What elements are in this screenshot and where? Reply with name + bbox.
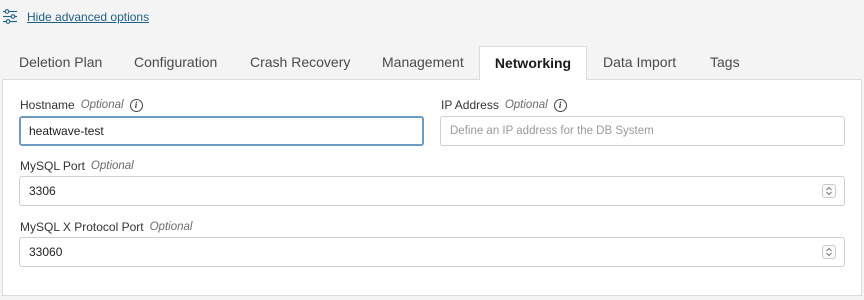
networking-panel: Hostname Optional i heatwave-test IP Add… <box>2 79 862 296</box>
ip-address-input[interactable]: Define an IP address for the DB System <box>440 116 845 146</box>
hostname-input[interactable]: heatwave-test <box>19 116 424 146</box>
port-stepper[interactable] <box>822 245 836 259</box>
ip-address-placeholder: Define an IP address for the DB System <box>450 125 654 137</box>
hostname-value: heatwave-test <box>29 124 104 138</box>
mysql-port-label-text: MySQL Port <box>20 159 85 173</box>
tab-deletion-plan[interactable]: Deletion Plan <box>19 46 102 79</box>
ip-address-label-text: IP Address <box>441 98 499 112</box>
tab-configuration[interactable]: Configuration <box>134 46 217 79</box>
mysql-port-optional-text: Optional <box>90 160 134 172</box>
hostname-label: Hostname Optional i <box>20 98 143 112</box>
tab-tags[interactable]: Tags <box>710 46 740 79</box>
mysqlx-port-input[interactable]: 33060 <box>19 237 845 267</box>
tab-networking[interactable]: Networking <box>479 46 587 80</box>
hostname-label-text: Hostname <box>20 98 75 112</box>
mysql-port-value: 3306 <box>29 184 56 198</box>
hostname-optional-text: Optional <box>80 99 124 111</box>
info-icon[interactable]: i <box>553 98 567 112</box>
hide-advanced-options-link[interactable]: Hide advanced options <box>2 9 149 24</box>
mysqlx-port-label-text: MySQL X Protocol Port <box>20 220 144 234</box>
stepper-arrows-icon <box>826 247 832 257</box>
mysqlx-port-label: MySQL X Protocol Port Optional <box>20 220 192 234</box>
stepper-arrows-icon <box>826 186 832 196</box>
sliders-icon <box>3 9 17 24</box>
tab-data-import[interactable]: Data Import <box>603 46 676 79</box>
mysql-port-input[interactable]: 3306 <box>19 176 845 206</box>
info-icon[interactable]: i <box>129 98 143 112</box>
hide-advanced-options-label: Hide advanced options <box>27 9 150 24</box>
mysql-port-label: MySQL Port Optional <box>20 159 134 173</box>
mysqlx-port-optional-text: Optional <box>149 221 193 233</box>
port-stepper[interactable] <box>822 184 836 198</box>
ip-address-optional-text: Optional <box>504 99 548 111</box>
mysqlx-port-value: 33060 <box>29 245 63 259</box>
tab-management[interactable]: Management <box>382 46 464 79</box>
ip-address-label: IP Address Optional i <box>441 98 567 112</box>
tab-bar: Deletion Plan Configuration Crash Recove… <box>0 46 864 80</box>
tab-crash-recovery[interactable]: Crash Recovery <box>250 46 350 79</box>
